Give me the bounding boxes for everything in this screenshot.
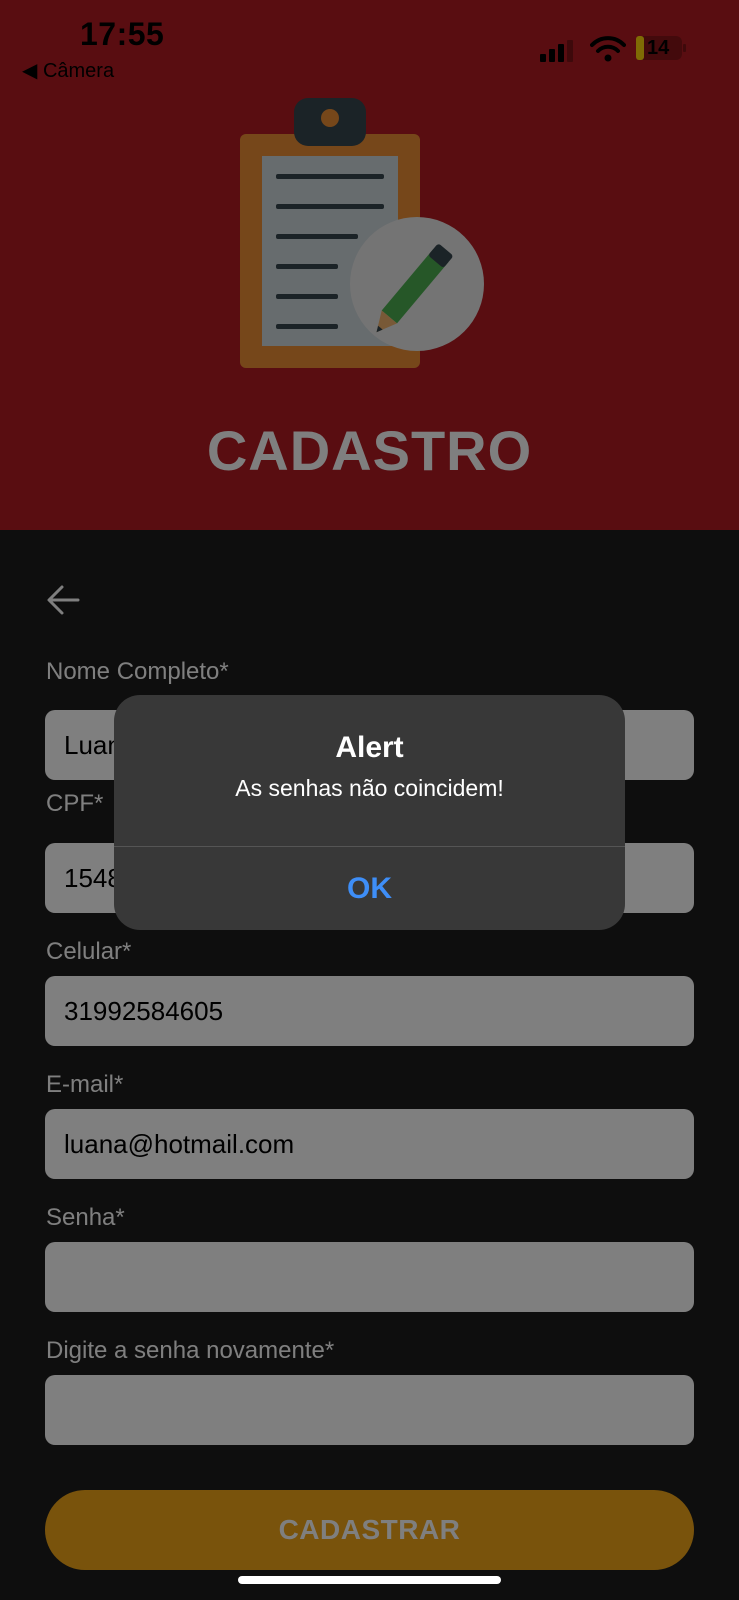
alert-message: As senhas não coincidem! — [235, 775, 504, 801]
alert-dialog: Alert As senhas não coincidem! OK — [114, 695, 625, 930]
alert-title: Alert — [335, 731, 404, 764]
home-indicator[interactable] — [238, 1576, 501, 1584]
alert-ok-button[interactable]: OK — [114, 847, 625, 930]
